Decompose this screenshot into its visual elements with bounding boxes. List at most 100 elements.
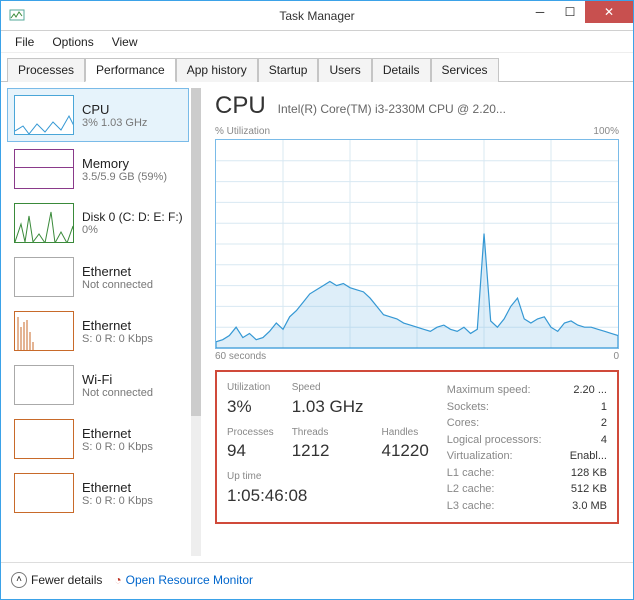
menu-options[interactable]: Options: [44, 33, 101, 51]
stat-key: Sockets:: [447, 399, 489, 416]
cpu-utilization-chart: [215, 139, 619, 349]
sidebar-scrollbar[interactable]: [191, 88, 201, 556]
sidebar-item-ethernet-0[interactable]: EthernetNot connected: [7, 250, 189, 304]
tab-processes[interactable]: Processes: [7, 58, 85, 82]
value-uptime: 1:05:46:08: [227, 486, 429, 508]
tab-app-history[interactable]: App history: [176, 58, 258, 82]
stat-row: Maximum speed:2.20 ...: [447, 382, 607, 399]
stat-value: 512 KB: [571, 481, 607, 498]
stat-value: 2.20 ...: [573, 382, 607, 399]
stats-panel: Utilization Speed 3% 1.03 GHz Processes …: [215, 370, 619, 524]
sidebar-item-ethernet-2[interactable]: EthernetS: 0 R: 0 Kbps: [7, 412, 189, 466]
stat-value: 3.0 MB: [572, 498, 607, 515]
window-buttons: ─ ☐ ✕: [525, 1, 633, 23]
tab-services[interactable]: Services: [431, 58, 499, 82]
open-resource-monitor-link[interactable]: ◔ Open Resource Monitor: [114, 573, 253, 587]
sidebar-item-cpu[interactable]: CPU3% 1.03 GHz: [7, 88, 189, 142]
label-speed: Speed: [292, 382, 364, 395]
menu-file[interactable]: File: [7, 33, 42, 51]
value-speed: 1.03 GHz: [292, 397, 364, 419]
value-handles: 41220: [382, 441, 429, 463]
page-title: CPU: [215, 92, 266, 120]
ethernet-thumb-icon: [14, 311, 74, 351]
memory-thumb-icon: [14, 149, 74, 189]
sidebar-item-label: Ethernet: [82, 426, 153, 441]
chart-label-bottom-left: 60 seconds: [215, 351, 266, 362]
sidebar-item-label: Disk 0 (C: D: E: F:): [82, 210, 183, 224]
stat-key: Cores:: [447, 415, 479, 432]
minimize-button[interactable]: ─: [525, 1, 555, 23]
menu-bar: File Options View: [1, 31, 633, 53]
sidebar-item-sub: 3% 1.03 GHz: [82, 117, 147, 129]
value-processes: 94: [227, 441, 274, 463]
cpu-model: Intel(R) Core(TM) i3-2330M CPU @ 2.20...: [278, 102, 506, 116]
sidebar-item-label: Wi-Fi: [82, 372, 153, 387]
sidebar-item-sub: 3.5/5.9 GB (59%): [82, 171, 167, 183]
chevron-up-icon: ˄: [11, 572, 27, 588]
footer-bar: ˄ Fewer details ◔ Open Resource Monitor: [1, 562, 633, 596]
stat-value: 1: [601, 399, 607, 416]
tab-performance[interactable]: Performance: [85, 58, 176, 82]
stat-value: 2: [601, 415, 607, 432]
cpu-thumb-icon: [14, 95, 74, 135]
maximize-button[interactable]: ☐: [555, 1, 585, 23]
chart-label-top-left: % Utilization: [215, 126, 270, 137]
stat-row: Sockets: 1: [447, 399, 607, 416]
resource-monitor-icon: ◔: [114, 573, 121, 587]
stat-row: Logical processors: 4: [447, 432, 607, 449]
value-utilization: 3%: [227, 397, 274, 419]
tab-startup[interactable]: Startup: [258, 58, 319, 82]
stat-key: Virtualization:: [447, 448, 513, 465]
resource-sidebar: CPU3% 1.03 GHz Memory3.5/5.9 GB (59%) Di…: [1, 82, 201, 562]
tab-bar: Processes Performance App history Startu…: [1, 53, 633, 82]
sidebar-item-sub: S: 0 R: 0 Kbps: [82, 495, 153, 507]
sidebar-item-disk[interactable]: Disk 0 (C: D: E: F:)0%: [7, 196, 189, 250]
stat-value: 4: [601, 432, 607, 449]
sidebar-item-sub: S: 0 R: 0 Kbps: [82, 441, 153, 453]
ethernet-thumb-icon: [14, 419, 74, 459]
disk-thumb-icon: [14, 203, 74, 243]
sidebar-item-label: Ethernet: [82, 264, 153, 279]
content-area: CPU3% 1.03 GHz Memory3.5/5.9 GB (59%) Di…: [1, 82, 633, 562]
stat-value: 128 KB: [571, 465, 607, 482]
label-uptime: Up time: [227, 471, 429, 484]
title-bar: Task Manager ─ ☐ ✕: [1, 1, 633, 31]
resource-monitor-label[interactable]: Open Resource Monitor: [126, 573, 253, 587]
scroll-thumb[interactable]: [191, 88, 201, 416]
stat-row: L1 cache: 128 KB: [447, 465, 607, 482]
stat-value: Enabl...: [570, 448, 607, 465]
stat-key: Logical processors:: [447, 432, 542, 449]
sidebar-item-sub: Not connected: [82, 387, 153, 399]
value-threads: 1212: [292, 441, 364, 463]
sidebar-item-label: Ethernet: [82, 480, 153, 495]
sidebar-item-memory[interactable]: Memory3.5/5.9 GB (59%): [7, 142, 189, 196]
sidebar-item-ethernet-1[interactable]: EthernetS: 0 R: 0 Kbps: [7, 304, 189, 358]
sidebar-item-label: CPU: [82, 102, 147, 117]
menu-view[interactable]: View: [104, 33, 146, 51]
fewer-details-label: Fewer details: [31, 573, 102, 587]
wifi-thumb-icon: [14, 365, 74, 405]
sidebar-item-wifi[interactable]: Wi-FiNot connected: [7, 358, 189, 412]
stat-row: Virtualization: Enabl...: [447, 448, 607, 465]
stat-key: L1 cache:: [447, 465, 495, 482]
tab-details[interactable]: Details: [372, 58, 431, 82]
sidebar-item-label: Ethernet: [82, 318, 153, 333]
app-icon: [9, 8, 25, 24]
stat-key: L3 cache:: [447, 498, 495, 515]
label-processes: Processes: [227, 427, 274, 440]
chart-label-bottom-right: 0: [613, 351, 619, 362]
close-button[interactable]: ✕: [585, 1, 633, 23]
main-panel: CPU Intel(R) Core(TM) i3-2330M CPU @ 2.2…: [201, 82, 633, 562]
fewer-details-button[interactable]: ˄ Fewer details: [11, 572, 102, 588]
chart-label-top-right: 100%: [593, 126, 619, 137]
stat-row: L3 cache: 3.0 MB: [447, 498, 607, 515]
stat-key: L2 cache:: [447, 481, 495, 498]
sidebar-item-label: Memory: [82, 156, 167, 171]
sidebar-item-ethernet-3[interactable]: EthernetS: 0 R: 0 Kbps: [7, 466, 189, 520]
label-utilization: Utilization: [227, 382, 274, 395]
ethernet-thumb-icon: [14, 257, 74, 297]
sidebar-item-sub: Not connected: [82, 279, 153, 291]
stat-row: L2 cache: 512 KB: [447, 481, 607, 498]
sidebar-item-sub: S: 0 R: 0 Kbps: [82, 333, 153, 345]
tab-users[interactable]: Users: [318, 58, 371, 82]
